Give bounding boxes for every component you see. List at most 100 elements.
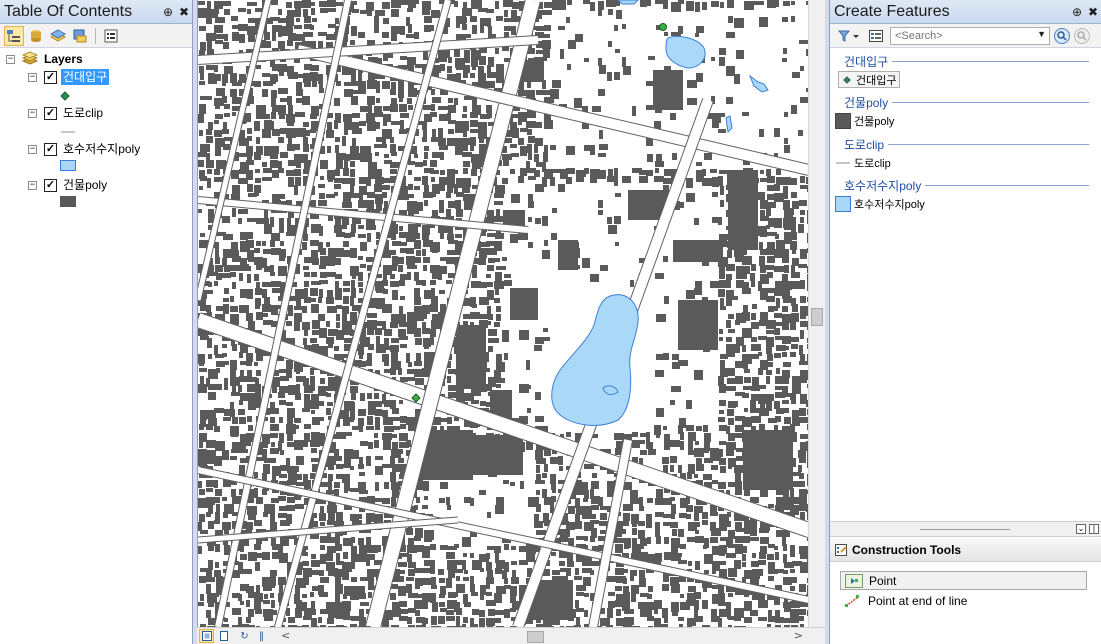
building-footprint — [496, 314, 501, 321]
layer-name[interactable]: 건대입구 — [61, 69, 110, 85]
building-footprint — [799, 616, 804, 621]
pin-icon[interactable]: ⊕ — [160, 5, 176, 19]
building-footprint — [415, 338, 422, 345]
collapse-toggle[interactable]: − — [28, 108, 37, 118]
close-icon[interactable]: ✖ — [1085, 5, 1101, 19]
layer-visibility-checkbox[interactable]: ✓ — [44, 70, 57, 84]
building-footprint — [414, 186, 420, 190]
layout-view-button[interactable] — [216, 629, 231, 643]
building-footprint — [247, 9, 251, 14]
collapse-toggle[interactable]: − — [28, 180, 37, 190]
building-footprint — [358, 272, 363, 281]
building-footprint — [303, 130, 310, 136]
polygon-symbol-icon — [835, 112, 851, 129]
splitter-grip[interactable] — [920, 529, 1010, 530]
building-footprint — [199, 66, 204, 73]
collapse-toggle[interactable]: − — [28, 72, 37, 82]
layer-name[interactable]: 도로clip — [61, 105, 105, 121]
layer-row-entrance[interactable]: − ✓ 건대입구 — [28, 68, 110, 86]
building-footprint — [232, 496, 241, 504]
tool-point[interactable]: Point — [840, 571, 1087, 590]
close-icon[interactable]: ✖ — [176, 5, 192, 19]
scroll-left-arrow[interactable]: < — [281, 629, 290, 642]
collapse-toggle[interactable]: − — [6, 54, 15, 64]
building-footprint — [278, 88, 288, 94]
building-footprint — [736, 50, 744, 59]
building-footprint — [303, 144, 309, 152]
dropdown-arrow-icon[interactable]: ▼ — [1037, 29, 1046, 39]
layer-visibility-checkbox[interactable]: ✓ — [44, 106, 57, 120]
layers-root-row[interactable]: − Layers — [6, 50, 85, 68]
list-by-selection-button[interactable] — [70, 26, 90, 46]
layer-row-road[interactable]: − ✓ 도로clip — [28, 104, 105, 122]
template-item-building[interactable]: 건물poly — [835, 112, 894, 129]
building-footprint — [312, 258, 319, 265]
splitter-toggle-icon[interactable]: | — [1089, 524, 1099, 534]
building-footprint — [447, 169, 455, 179]
list-by-drawing-order-button[interactable] — [4, 25, 24, 46]
building-footprint — [334, 184, 341, 189]
template-item-water[interactable]: 호수저수지poly — [835, 195, 925, 212]
filter-button[interactable] — [836, 26, 862, 46]
building-footprint — [407, 312, 416, 321]
template-item-road[interactable]: 도로clip — [835, 154, 891, 171]
layer-row-water[interactable]: − ✓ 호수저수지poly — [28, 140, 142, 158]
building-footprint — [374, 16, 379, 24]
building-footprint — [288, 160, 296, 166]
list-by-visibility-button[interactable] — [48, 26, 68, 46]
layer-name[interactable]: 호수저수지poly — [61, 141, 142, 157]
building-footprint — [296, 18, 300, 22]
building-footprint — [439, 200, 444, 209]
building-footprint — [560, 529, 570, 537]
template-search-input[interactable] — [895, 29, 1035, 42]
search-button[interactable] — [1054, 27, 1070, 44]
scroll-right-arrow[interactable]: > — [794, 629, 803, 642]
refresh-button[interactable]: ↻ — [237, 629, 252, 643]
building-footprint — [424, 146, 429, 151]
building-footprint — [575, 568, 579, 575]
building-footprint — [206, 584, 211, 594]
clear-search-button[interactable] — [1074, 27, 1090, 44]
layer-visibility-checkbox[interactable]: ✓ — [44, 142, 57, 156]
building-footprint — [399, 104, 407, 112]
layer-name[interactable]: 건물poly — [61, 177, 109, 193]
building-footprint — [656, 434, 660, 438]
building-footprint — [214, 65, 218, 72]
data-view-button[interactable] — [199, 629, 214, 643]
building-footprint — [215, 497, 220, 503]
map-vertical-scrollbar[interactable] — [808, 0, 825, 627]
collapse-arrows-icon[interactable]: ⌄ — [1076, 524, 1086, 534]
template-item-entrance[interactable]: 건대입구 — [838, 71, 900, 88]
collapse-toggle[interactable]: − — [28, 144, 37, 154]
map-canvas[interactable] — [198, 0, 808, 627]
building-footprint — [424, 345, 429, 349]
vscroll-thumb[interactable] — [811, 308, 823, 326]
hscroll-thumb[interactable] — [527, 630, 544, 643]
options-button[interactable] — [101, 26, 121, 46]
building-footprint — [656, 408, 664, 417]
building-footprint — [246, 442, 251, 446]
organize-templates-button[interactable] — [866, 26, 886, 46]
building-footprint — [416, 250, 421, 256]
building-footprint — [326, 258, 335, 266]
template-search-box[interactable]: ▼ — [890, 26, 1050, 45]
building-footprint — [519, 560, 528, 565]
building-footprint — [376, 89, 380, 93]
building-footprint — [694, 512, 699, 521]
layer-visibility-checkbox[interactable]: ✓ — [44, 178, 57, 192]
pause-drawing-button[interactable]: ‖ — [254, 629, 269, 643]
layer-row-building[interactable]: − ✓ 건물poly — [28, 176, 109, 194]
list-by-source-button[interactable] — [26, 26, 46, 46]
building-footprint — [408, 184, 413, 190]
map-horizontal-scrollbar[interactable]: < > — [277, 629, 825, 644]
pin-icon[interactable]: ⊕ — [1069, 5, 1085, 19]
building-footprint — [367, 393, 372, 399]
tool-point-at-end-of-line[interactable]: Point at end of line — [840, 591, 1087, 610]
building-footprint — [486, 274, 491, 278]
map-view[interactable] — [197, 0, 808, 627]
building-footprint — [303, 137, 308, 145]
building-footprint — [456, 192, 464, 197]
pane-splitter[interactable]: ⌄ | — [830, 521, 1101, 537]
building-footprint — [383, 121, 387, 126]
point-at-end-of-line-icon — [845, 594, 859, 607]
